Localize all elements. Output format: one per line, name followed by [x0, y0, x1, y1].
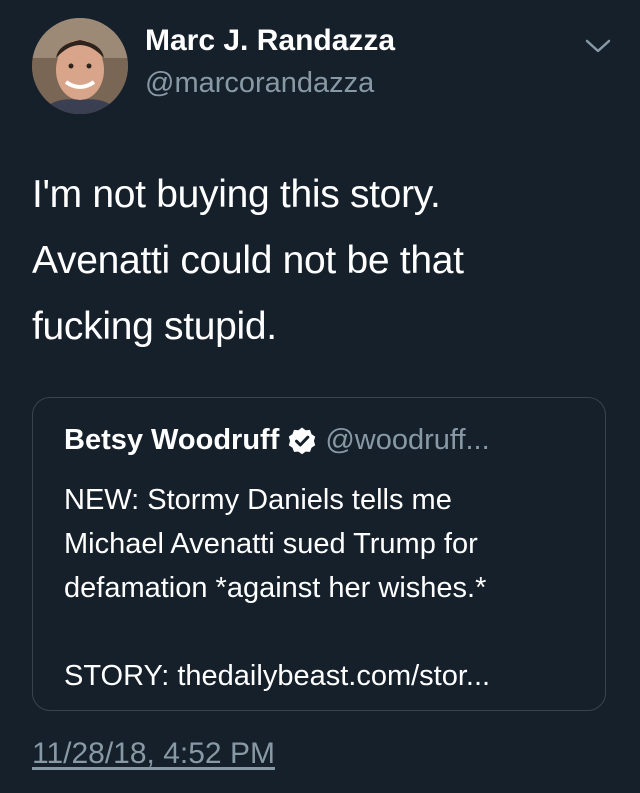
quoted-text-line [64, 610, 584, 654]
quoted-tweet-text: NEW: Stormy Daniels tells me Michael Ave… [64, 478, 584, 698]
author-name[interactable]: Marc J. Randazza [145, 24, 395, 58]
tweet-text: I'm not buying this story. Avenatti coul… [32, 162, 612, 360]
verified-badge-icon [287, 426, 317, 456]
tweet-timestamp[interactable]: 11/28/18, 4:52 PM [32, 737, 275, 771]
quoted-tweet-header: Betsy Woodruff @woodruff... [64, 424, 490, 457]
quoted-text-line: NEW: Stormy Daniels tells me [64, 484, 452, 516]
quoted-tweet-card[interactable]: Betsy Woodruff @woodruff... NEW: Stormy … [32, 397, 606, 711]
tweet-text-line: Avenatti could not be that [32, 239, 464, 282]
author-avatar[interactable] [32, 18, 128, 114]
chevron-down-icon[interactable] [584, 36, 612, 56]
tweet-text-line: I'm not buying this story. [32, 173, 441, 216]
quoted-author-handle: @woodruff... [325, 424, 490, 456]
quoted-text-line: defamation *against her wishes.* [64, 572, 487, 604]
quoted-text-line: Michael Avenatti sued Trump for [64, 528, 478, 560]
tweet-text-line: fucking stupid. [32, 305, 277, 348]
author-handle[interactable]: @marcorandazza [145, 67, 374, 100]
quoted-text-line: STORY: thedailybeast.com/stor... [64, 660, 491, 692]
quoted-author-name: Betsy Woodruff [64, 424, 280, 456]
avatar-photo [32, 18, 128, 114]
